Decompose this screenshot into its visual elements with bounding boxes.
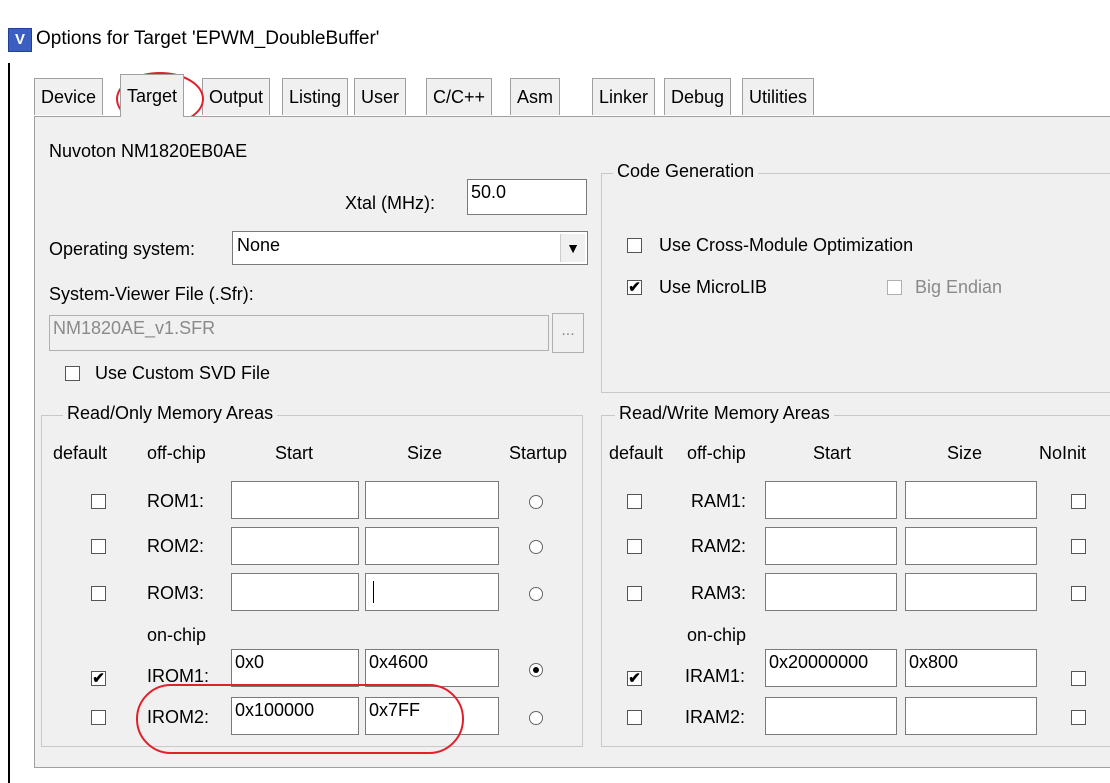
rom-header-startup: Startup	[509, 443, 568, 463]
ram-onchip-label: on-chip	[687, 625, 747, 645]
ram1-start-input[interactable]	[765, 481, 897, 519]
big-endian-label: Big Endian	[915, 277, 1003, 297]
iram2-label: IRAM2:	[685, 707, 746, 727]
ram3-start-input[interactable]	[765, 573, 897, 611]
svd-file-input[interactable]: NM1820AE_v1.SFR	[49, 315, 549, 351]
text-cursor	[373, 581, 374, 603]
rom3-size-input[interactable]	[365, 573, 499, 611]
cross-module-label: Use Cross-Module Optimization	[659, 235, 914, 255]
irom2-default-checkbox[interactable]	[91, 710, 106, 725]
tab-output[interactable]: Output	[202, 78, 271, 115]
rom-header-size: Size	[407, 443, 443, 463]
rom-onchip-label: on-chip	[147, 625, 207, 645]
iram2-size-input[interactable]	[905, 697, 1037, 735]
svd-browse-button[interactable]: ...	[552, 313, 584, 353]
ram1-default-checkbox[interactable]	[627, 494, 642, 509]
iram2-noinit-checkbox[interactable]	[1071, 710, 1086, 725]
ram3-size-input[interactable]	[905, 573, 1037, 611]
annotation-circle-irom2	[136, 684, 464, 754]
ram2-label: RAM2:	[691, 536, 747, 556]
irom1-start-input[interactable]: 0x0	[231, 649, 359, 687]
iram2-start-input[interactable]	[765, 697, 897, 735]
rom2-startup-radio[interactable]	[529, 540, 543, 554]
ram2-start-input[interactable]	[765, 527, 897, 565]
tab-asm[interactable]: Asm	[510, 78, 560, 115]
ram-header-offchip: off-chip	[687, 443, 746, 463]
ram1-size-input[interactable]	[905, 481, 1037, 519]
rom-header-offchip: off-chip	[147, 443, 206, 463]
rom3-start-input[interactable]	[231, 573, 359, 611]
rom2-default-checkbox[interactable]	[91, 539, 106, 554]
tab-target[interactable]: Target	[120, 74, 185, 117]
tab-device[interactable]: Device	[34, 78, 104, 115]
os-select[interactable]: None ▼	[232, 231, 588, 265]
ram2-size-input[interactable]	[905, 527, 1037, 565]
iram1-size-input[interactable]: 0x800	[905, 649, 1037, 687]
rom-group-title: Read/Only Memory Areas	[63, 403, 278, 424]
window-title: Options for Target 'EPWM_DoubleBuffer'	[36, 28, 380, 49]
ram1-noinit-checkbox[interactable]	[1071, 494, 1086, 509]
custom-svd-checkbox[interactable]	[65, 366, 80, 381]
target-panel: Nuvoton NM1820EB0AE Xtal (MHz): 50.0 Ope…	[34, 116, 1110, 768]
code-generation-title: Code Generation	[613, 161, 759, 182]
irom2-startup-radio[interactable]	[529, 711, 543, 725]
rom3-label: ROM3:	[147, 583, 205, 603]
microlib-label: Use MicroLIB	[659, 277, 768, 297]
ram2-noinit-checkbox[interactable]	[1071, 539, 1086, 554]
tab-utilities[interactable]: Utilities	[742, 78, 815, 115]
microlib-checkbox[interactable]: ✔	[627, 280, 642, 295]
rom2-label: ROM2:	[147, 536, 205, 556]
custom-svd-label: Use Custom SVD File	[95, 363, 271, 383]
xtal-label: Xtal (MHz):	[345, 193, 435, 213]
rom-header-start: Start	[275, 443, 314, 463]
ram-header-default: default	[609, 443, 664, 463]
rom-header-default: default	[53, 443, 108, 463]
tab-linker[interactable]: Linker	[592, 78, 656, 115]
rom1-label: ROM1:	[147, 491, 205, 511]
iram2-default-checkbox[interactable]	[627, 710, 642, 725]
ram1-label: RAM1:	[691, 491, 747, 511]
rom3-default-checkbox[interactable]	[91, 586, 106, 601]
device-name: Nuvoton NM1820EB0AE	[49, 141, 248, 161]
rom1-size-input[interactable]	[365, 481, 499, 519]
rom1-startup-radio[interactable]	[529, 495, 543, 509]
iram1-default-checkbox[interactable]: ✔	[627, 671, 642, 686]
xtal-input[interactable]: 50.0	[467, 179, 587, 215]
ram-header-size: Size	[947, 443, 983, 463]
ram-header-start: Start	[813, 443, 852, 463]
rom2-start-input[interactable]	[231, 527, 359, 565]
tab-cpp[interactable]: C/C++	[426, 78, 493, 115]
iram1-label: IRAM1:	[685, 666, 746, 686]
big-endian-checkbox[interactable]	[887, 280, 902, 295]
os-select-value: None	[237, 235, 281, 255]
ram-header-noinit: NoInit	[1039, 443, 1087, 463]
rom3-startup-radio[interactable]	[529, 587, 543, 601]
rom2-size-input[interactable]	[365, 527, 499, 565]
tab-listing[interactable]: Listing	[282, 78, 349, 115]
ram3-noinit-checkbox[interactable]	[1071, 586, 1086, 601]
irom1-startup-radio[interactable]	[529, 663, 543, 677]
tab-debug[interactable]: Debug	[664, 78, 732, 115]
irom1-default-checkbox[interactable]: ✔	[91, 671, 106, 686]
ram2-default-checkbox[interactable]	[627, 539, 642, 554]
cross-module-checkbox[interactable]	[627, 238, 642, 253]
rom1-default-checkbox[interactable]	[91, 494, 106, 509]
ram-group-title: Read/Write Memory Areas	[615, 403, 834, 424]
ram3-label: RAM3:	[691, 583, 747, 603]
os-label: Operating system:	[49, 239, 196, 259]
iram1-start-input[interactable]: 0x20000000	[765, 649, 897, 687]
iram1-noinit-checkbox[interactable]	[1071, 671, 1086, 686]
svd-label: System-Viewer File (.Sfr):	[49, 284, 254, 304]
rom1-start-input[interactable]	[231, 481, 359, 519]
ram3-default-checkbox[interactable]	[627, 586, 642, 601]
irom1-size-input[interactable]: 0x4600	[365, 649, 499, 687]
tab-user[interactable]: User	[354, 78, 407, 115]
chevron-down-icon[interactable]: ▼	[560, 234, 585, 262]
app-icon: V	[8, 28, 32, 52]
